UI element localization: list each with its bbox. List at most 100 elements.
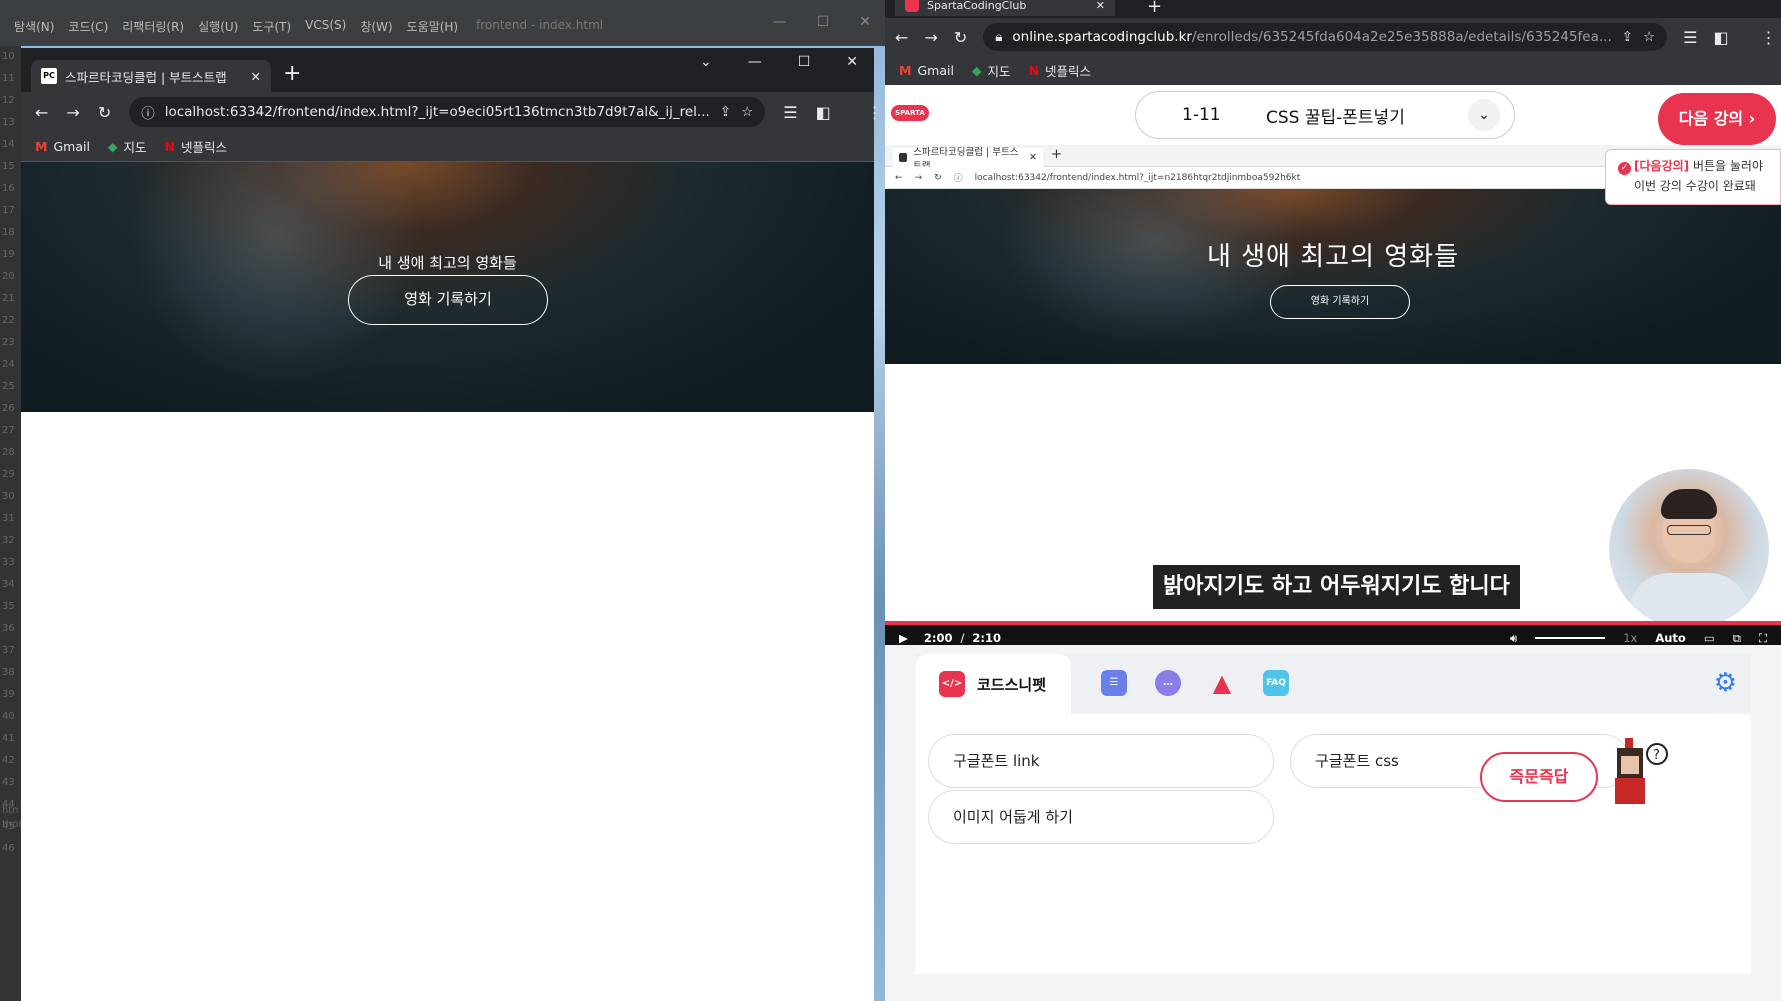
reload-icon[interactable]: ↻ bbox=[98, 103, 111, 122]
new-tab-icon[interactable]: + bbox=[283, 61, 301, 86]
reading-list-icon[interactable]: ☰ bbox=[1683, 28, 1697, 47]
line-number: 36 bbox=[2, 623, 15, 634]
tab-close-icon[interactable]: ✕ bbox=[1096, 0, 1105, 12]
bookmark-label: Gmail bbox=[917, 63, 954, 78]
ide-menu-item[interactable]: 탐색(N) bbox=[14, 18, 54, 35]
record-movie-button[interactable]: 영화 기록하기 bbox=[348, 275, 548, 325]
tab-strip: SpartaCodingClub ✕ + bbox=[885, 0, 1781, 18]
forward-icon[interactable]: → bbox=[924, 28, 937, 47]
star-icon[interactable]: ☆ bbox=[1643, 29, 1655, 45]
share-icon[interactable]: ⇪ bbox=[720, 104, 731, 120]
chevron-right-icon: › bbox=[1748, 109, 1756, 128]
video-right-controls: 🔊︎ 1x Auto ▭ ⧉ ⛶ bbox=[1510, 631, 1767, 646]
lesson-selector[interactable]: 1-11 CSS 꿀팁-폰트넣기 ⌄ bbox=[1135, 91, 1515, 139]
ide-menu-item[interactable]: 도구(T) bbox=[252, 18, 291, 35]
ide-menu-item[interactable]: 리팩터링(R) bbox=[122, 18, 184, 35]
menu-icon[interactable]: ⋮ bbox=[867, 103, 883, 122]
chat-icon[interactable]: … bbox=[1155, 670, 1181, 696]
playback-speed[interactable]: 1x bbox=[1623, 631, 1637, 645]
pip-icon[interactable]: ⧉ bbox=[1733, 631, 1741, 646]
side-panel-icon[interactable]: ◧ bbox=[816, 103, 831, 122]
ide-menu-item[interactable]: 코드(C) bbox=[68, 18, 108, 35]
captions-icon[interactable]: ▭ bbox=[1704, 631, 1715, 645]
fullscreen-icon[interactable]: ⛶ bbox=[1759, 631, 1767, 646]
snippet-chip[interactable]: 이미지 어둡게 하기 bbox=[928, 790, 1274, 844]
url-host: online.spartacodingclub.kr bbox=[1012, 29, 1192, 45]
panel-tab-bar: </> 코드스니펫 ☰ … ▲ FAQ ⚙ bbox=[915, 654, 1751, 714]
reading-list-icon[interactable]: ☰ bbox=[783, 103, 797, 122]
play-icon[interactable]: ▶ bbox=[899, 631, 908, 645]
browser-tab[interactable]: PC 스파르타코딩클럽 | 부트스트랩 ✕ bbox=[31, 60, 271, 92]
video-player[interactable]: 스파르타코딩클럽 | 부트스트랩 ✕ + ← → ↻ ⓘ localhost:63… bbox=[885, 145, 1781, 645]
address-bar-row: ← → ↻ 🔒︎ online.spartacodingclub.kr/enro… bbox=[885, 18, 1781, 56]
new-tab-icon[interactable]: + bbox=[1147, 0, 1162, 17]
code-icon: </> bbox=[939, 671, 965, 697]
bookmark-label: 넷플릭스 bbox=[1045, 64, 1092, 79]
window-controls: ⌄ — ☐ ✕ bbox=[700, 54, 858, 70]
ide-menu-item[interactable]: 실행(U) bbox=[198, 18, 238, 35]
current-time: 2:00 bbox=[923, 631, 953, 645]
info-icon[interactable]: ⓘ bbox=[141, 102, 155, 122]
tab-code-snippet[interactable]: </> 코드스니펫 bbox=[915, 654, 1071, 714]
tab-title: SpartaCodingClub bbox=[927, 0, 1027, 12]
mascot-icon[interactable]: ? bbox=[1605, 738, 1671, 808]
quality-setting[interactable]: Auto bbox=[1655, 631, 1686, 645]
bookmark-label: 넷플릭스 bbox=[181, 140, 228, 155]
line-number: 18 bbox=[2, 227, 15, 238]
bookmark-netflix[interactable]: N 넷플릭스 bbox=[165, 137, 227, 156]
omnibox[interactable]: 🔒︎ online.spartacodingclub.kr/enrolleds/… bbox=[983, 23, 1668, 51]
volume-icon[interactable]: 🔊︎ bbox=[1510, 631, 1517, 646]
gear-icon[interactable]: ⚙ bbox=[1714, 668, 1737, 698]
subtitle-caption: 밝아지기도 하고 어두워지기도 합니다 bbox=[1153, 565, 1520, 609]
next-lesson-button[interactable]: 다음 강의 › bbox=[1658, 93, 1776, 145]
browser-tab[interactable]: SpartaCodingClub ✕ bbox=[895, 0, 1115, 16]
menu-icon[interactable]: ⋮ bbox=[1761, 28, 1777, 47]
tab-close-icon[interactable]: ✕ bbox=[251, 69, 261, 84]
line-number: 15 bbox=[2, 161, 15, 172]
volume-slider[interactable] bbox=[1535, 637, 1606, 639]
bookmark-gmail[interactable]: M Gmail bbox=[899, 63, 954, 78]
bookmark-label: 지도 bbox=[123, 140, 147, 155]
maximize-icon[interactable]: ☐ bbox=[817, 14, 830, 30]
star-icon[interactable]: ☆ bbox=[741, 104, 753, 120]
snippet-chip[interactable]: 구글폰트 link bbox=[928, 734, 1274, 788]
time-separator: / bbox=[960, 631, 965, 645]
course-page: SPARTA 1-11 CSS 꿀팁-폰트넣기 ⌄ 다음 강의 › 스파르타코딩… bbox=[885, 85, 1781, 1001]
tab-search-icon[interactable]: ⌄ bbox=[700, 54, 712, 70]
ide-menu-item[interactable]: VCS(S) bbox=[305, 18, 346, 35]
ide-menu-bar: 탐색(N) 코드(C) 리팩터링(R) 실행(U) 도구(T) VCS(S) 창… bbox=[0, 0, 885, 46]
back-icon[interactable]: ← bbox=[895, 28, 908, 47]
line-number: 21 bbox=[2, 293, 15, 304]
share-icon[interactable]: ⇪ bbox=[1622, 29, 1633, 45]
quick-answer-button[interactable]: 즉문즉답 bbox=[1480, 752, 1598, 802]
side-panel-icon[interactable]: ◧ bbox=[1714, 28, 1729, 47]
notes-icon[interactable]: ☰ bbox=[1101, 670, 1127, 696]
line-number: 25 bbox=[2, 381, 15, 392]
ide-menu-item[interactable]: 창(W) bbox=[360, 18, 392, 35]
bookmark-maps[interactable]: ◆ 지도 bbox=[972, 61, 1011, 80]
minimize-icon[interactable]: — bbox=[748, 54, 762, 70]
bookmark-gmail[interactable]: M Gmail bbox=[35, 139, 90, 154]
sparta-logo[interactable]: SPARTA bbox=[891, 105, 929, 121]
bookmark-maps[interactable]: ◆ 지도 bbox=[108, 137, 147, 156]
line-number: 13 bbox=[2, 117, 15, 128]
close-icon[interactable]: ✕ bbox=[846, 54, 858, 70]
reload-icon[interactable]: ↻ bbox=[954, 28, 967, 47]
video-hero-title: 내 생애 최고의 영화들 bbox=[1206, 242, 1460, 272]
chevron-down-icon[interactable]: ⌄ bbox=[1468, 99, 1500, 131]
line-number: 33 bbox=[2, 557, 15, 568]
close-icon[interactable]: ✕ bbox=[859, 14, 871, 30]
warning-icon[interactable]: ▲ bbox=[1209, 670, 1235, 696]
back-icon: ← bbox=[895, 172, 903, 183]
faq-icon[interactable]: FAQ bbox=[1263, 670, 1289, 696]
omnibox[interactable]: ⓘ localhost:63342/frontend/index.html?_i… bbox=[129, 97, 766, 127]
ide-menu-item[interactable]: 도움말(H) bbox=[407, 18, 459, 35]
minimize-icon[interactable]: — bbox=[773, 14, 787, 30]
forward-icon[interactable]: → bbox=[66, 103, 79, 122]
maximize-icon[interactable]: ☐ bbox=[798, 54, 811, 70]
line-number: 46 bbox=[2, 843, 15, 854]
back-icon[interactable]: ← bbox=[35, 103, 48, 122]
line-number: 26 bbox=[2, 403, 15, 414]
bookmark-netflix[interactable]: N 넷플릭스 bbox=[1029, 61, 1091, 80]
line-number: 42 bbox=[2, 755, 15, 766]
